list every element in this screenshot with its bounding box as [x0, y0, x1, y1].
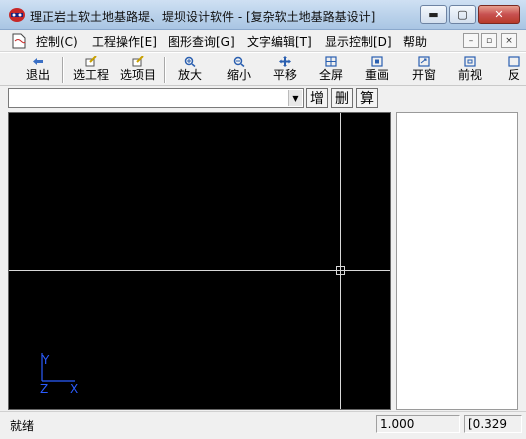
- redraw-button[interactable]: 重画: [359, 55, 395, 85]
- toolbar-separator: [164, 57, 166, 83]
- pan-button[interactable]: 平移: [267, 55, 303, 85]
- menu-display-control[interactable]: 显示控制[D]: [325, 33, 392, 50]
- status-text: 就绪: [10, 419, 35, 433]
- select-item-label: 选项目: [119, 68, 156, 82]
- mdi-close-button[interactable]: ×: [501, 33, 517, 48]
- menu-bar: 控制(C) 工程操作[E] 图形查询[G] 文字编辑[T] 显示控制[D] 帮助…: [0, 30, 526, 52]
- zoom-in-button[interactable]: 放大: [172, 55, 208, 85]
- title-bar: 理正岩土软土地基路堤、堤坝设计软件 - [复杂软土地基路基设计] ▬ ▢ ✕: [0, 0, 526, 30]
- select-project-label: 选工程: [72, 68, 109, 82]
- reverse-icon: [508, 56, 520, 67]
- zoom-out-label: 缩小: [226, 68, 251, 82]
- command-row: ▼ 增 删 算: [0, 86, 526, 110]
- fullscreen-label: 全屏: [318, 68, 343, 82]
- previous-view-icon: [464, 56, 476, 67]
- axis-z-label: Z: [40, 382, 48, 396]
- menu-help[interactable]: 帮助: [403, 33, 427, 50]
- menu-graphic-query[interactable]: 图形查询[G]: [168, 33, 235, 50]
- mdi-minimize-button[interactable]: –: [463, 33, 479, 48]
- zoom-out-icon: [233, 56, 245, 67]
- previous-view-label: 前视: [457, 68, 482, 82]
- crosshair-cursor-icon: [336, 266, 345, 275]
- redraw-icon: [371, 56, 383, 67]
- reverse-label: 反: [507, 68, 520, 82]
- delete-button[interactable]: 删: [331, 88, 353, 108]
- mdi-restore-button[interactable]: ▫: [481, 33, 497, 48]
- exit-label: 退出: [25, 68, 50, 82]
- minimize-button[interactable]: ▬: [420, 5, 447, 24]
- toolbar: 退出 选工程 选项目 放大 缩小 平移 全屏 重画 开窗 前视 反: [0, 52, 526, 86]
- axis-x-label: X: [70, 382, 78, 396]
- window-icon: [418, 56, 430, 67]
- close-button[interactable]: ✕: [478, 5, 520, 24]
- select-item-button[interactable]: 选项目: [116, 55, 160, 85]
- document-icon[interactable]: [12, 33, 26, 49]
- toolbar-separator: [62, 57, 64, 83]
- fullscreen-icon: [325, 56, 337, 67]
- compute-button[interactable]: 算: [356, 88, 378, 108]
- menu-project-ops[interactable]: 工程操作[E]: [92, 33, 157, 50]
- pan-label: 平移: [272, 68, 297, 82]
- open-window-button[interactable]: 开窗: [406, 55, 442, 85]
- crosshair-vertical-line: [340, 113, 341, 409]
- exit-button[interactable]: 退出: [20, 55, 56, 85]
- reverse-button[interactable]: 反: [504, 55, 524, 85]
- maximize-button[interactable]: ▢: [449, 5, 476, 24]
- fullscreen-button[interactable]: 全屏: [313, 55, 349, 85]
- menu-text-edit[interactable]: 文字编辑[T]: [247, 33, 312, 50]
- crosshair-horizontal-line: [9, 270, 390, 271]
- previous-view-button[interactable]: 前视: [452, 55, 488, 85]
- app-logo-icon: [9, 8, 25, 22]
- side-panel[interactable]: [396, 112, 518, 410]
- status-bar: 就绪 1.000 [0.329: [0, 411, 526, 439]
- open-window-label: 开窗: [411, 68, 436, 82]
- coordinate-readout: [0.329: [464, 415, 522, 433]
- back-arrow-icon: [33, 58, 43, 65]
- select-item-icon: [132, 56, 144, 67]
- select-project-button[interactable]: 选工程: [69, 55, 113, 85]
- add-button[interactable]: 增: [306, 88, 328, 108]
- chevron-down-icon[interactable]: ▼: [288, 90, 302, 106]
- zoom-out-button[interactable]: 缩小: [221, 55, 257, 85]
- axis-y-label: Y: [41, 353, 50, 367]
- drawing-canvas[interactable]: Y Z X: [8, 112, 391, 410]
- scale-readout: 1.000: [376, 415, 460, 433]
- select-project-icon: [85, 56, 97, 67]
- ucs-axes-icon: Y Z X: [40, 353, 78, 396]
- pan-icon: [279, 56, 291, 67]
- command-combobox[interactable]: ▼: [8, 88, 304, 108]
- menu-control[interactable]: 控制(C): [36, 33, 78, 50]
- zoom-in-label: 放大: [177, 68, 202, 82]
- window-title: 理正岩土软土地基路堤、堤坝设计软件 - [复杂软土地基路基设计]: [30, 10, 376, 24]
- zoom-in-icon: [184, 56, 196, 67]
- redraw-label: 重画: [364, 68, 389, 82]
